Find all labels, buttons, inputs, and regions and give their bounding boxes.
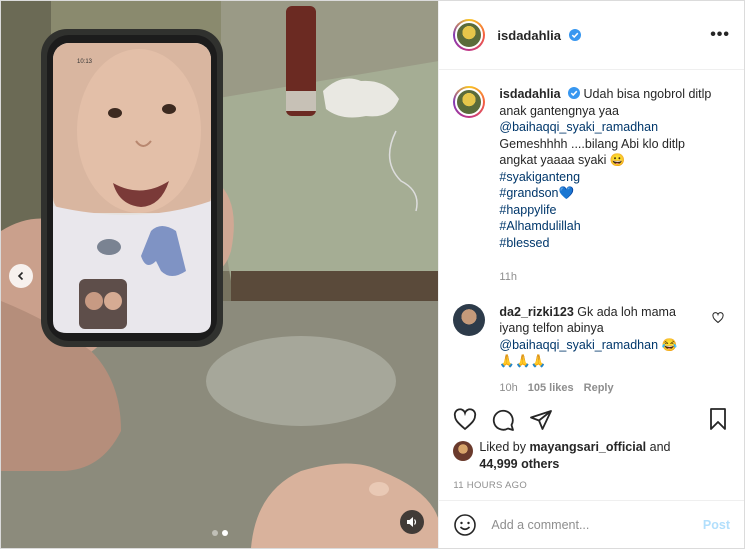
author-username-text[interactable]: isdadahlia xyxy=(497,28,561,43)
caption-line: angkat yaaaa syaki 😀 xyxy=(499,153,626,167)
save-bookmark-icon[interactable] xyxy=(706,407,730,431)
comment-time[interactable]: 10h xyxy=(499,380,517,397)
author-avatar[interactable] xyxy=(453,19,486,51)
post-comment-button[interactable]: Post xyxy=(703,518,730,532)
carousel-dot xyxy=(212,530,218,536)
liker-avatar[interactable] xyxy=(453,441,474,461)
hashtag-link[interactable]: #blessed xyxy=(499,235,717,252)
post-header: isdadahlia ••• xyxy=(439,1,744,70)
likes-summary: Liked by mayangsari_official and 44,999 … xyxy=(453,439,730,472)
hashtag-link[interactable]: #grandson💙 xyxy=(499,185,717,202)
liker-username[interactable]: mayangsari_official xyxy=(529,440,646,454)
post-actions xyxy=(453,401,730,439)
comment-bubble-icon[interactable] xyxy=(491,408,515,432)
commenter-username[interactable]: da2_rizki123 xyxy=(499,305,573,319)
verified-badge-icon xyxy=(568,28,581,41)
comment-item: da2_rizki123 Gk ada loh mama iyang telfo… xyxy=(453,303,730,397)
likes-text: Liked by mayangsari_official and 44,999 … xyxy=(479,439,670,472)
carousel-dot-active xyxy=(222,530,228,536)
post-timestamp[interactable]: 11 HOURS AGO xyxy=(453,480,527,491)
comment-mention-link[interactable]: @baihaqqi_syaki_ramadhan 😂 xyxy=(499,338,677,352)
likes-prefix: Liked by xyxy=(479,440,530,454)
comment-body: da2_rizki123 Gk ada loh mama iyang telfo… xyxy=(499,304,717,397)
comment-likes[interactable]: 105 likes xyxy=(528,380,574,397)
caption-avatar[interactable] xyxy=(453,86,486,118)
more-options-button[interactable]: ••• xyxy=(710,26,730,44)
caption-time[interactable]: 11h xyxy=(499,269,517,286)
add-comment-bar: Add a comment... Post xyxy=(439,500,744,548)
speaker-icon xyxy=(407,517,417,527)
chevron-left-icon xyxy=(17,271,24,281)
comments-section: isdadahlia Udah bisa ngobrol ditlp anak … xyxy=(439,86,744,399)
instagram-post: 10:13 isdadahlia ••• isdadahlia Udah bis… xyxy=(0,0,745,549)
caption-line: Gemeshhhh ....bilang Abi klo ditlp xyxy=(499,136,685,151)
caption-meta: 11h xyxy=(499,269,717,286)
likes-and: and xyxy=(646,440,671,454)
emoji-smiley-icon[interactable] xyxy=(453,513,477,537)
phone-status-time: 10:13 xyxy=(77,59,93,65)
carousel-prev-button[interactable] xyxy=(9,264,33,288)
caption-mention-link[interactable]: @baihaqqi_syaki_ramadhan xyxy=(499,119,717,136)
comment-line: 🙏🙏🙏 xyxy=(499,354,547,368)
comment-like-heart-icon[interactable] xyxy=(712,311,724,324)
share-paper-plane-icon[interactable] xyxy=(529,408,553,432)
hashtag-link[interactable]: #syakiganteng xyxy=(499,169,717,186)
comment-meta: 10h 105 likes Reply xyxy=(499,380,717,397)
likes-others-link[interactable]: 44,999 others xyxy=(479,457,559,471)
caption-line: anak gantengnya yaa xyxy=(499,103,619,118)
like-heart-icon[interactable] xyxy=(453,408,477,432)
caption-username[interactable]: isdadahlia xyxy=(499,87,560,101)
author-username[interactable]: isdadahlia xyxy=(497,28,581,43)
hashtag-link[interactable]: #Alhamdulillah xyxy=(499,218,717,235)
comment-reply-button[interactable]: Reply xyxy=(584,380,614,397)
comment-line: iyang telfon abinya xyxy=(499,321,604,335)
caption-body: isdadahlia Udah bisa ngobrol ditlp anak … xyxy=(499,86,717,286)
hashtag-link[interactable]: #happylife xyxy=(499,202,717,219)
verified-badge-icon xyxy=(568,87,581,99)
carousel-indicator xyxy=(212,530,228,536)
post-side-panel: isdadahlia ••• isdadahlia Udah bisa ngob… xyxy=(438,1,744,548)
post-media[interactable]: 10:13 xyxy=(1,1,439,548)
video-frame: 10:13 xyxy=(1,1,439,548)
commenter-avatar[interactable] xyxy=(453,303,486,336)
comment-line: Gk ada loh mama xyxy=(577,304,676,319)
caption: isdadahlia Udah bisa ngobrol ditlp anak … xyxy=(453,86,730,286)
add-comment-input[interactable]: Add a comment... xyxy=(491,518,703,532)
caption-line: Udah bisa ngobrol ditlp xyxy=(583,87,712,101)
